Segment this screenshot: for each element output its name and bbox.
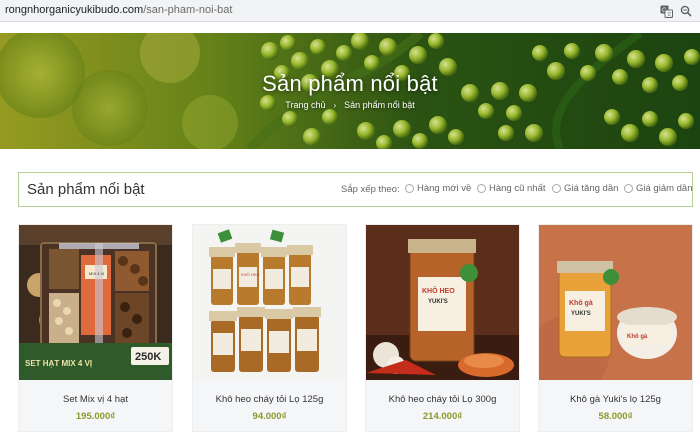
url-text[interactable]: rongnhorganicyukibudo.com/san-pham-noi-b…: [5, 4, 232, 16]
sort-filter-bar: Sản phẩm nổi bật Sắp xếp theo: Hàng mới …: [18, 172, 693, 207]
zoom-icon[interactable]: [678, 3, 694, 19]
svg-text:文: 文: [666, 11, 671, 18]
breadcrumb-current: Sản phẩm nổi bật: [344, 100, 415, 110]
product-card[interactable]: Khô gà YUKI'S Khô gà Khô gà Yuki's lọ 12…: [538, 224, 693, 432]
sort-option-price-desc[interactable]: Giá giảm dần: [624, 183, 693, 194]
product-price: 195.000₫: [75, 411, 116, 422]
radio-button[interactable]: [477, 184, 486, 193]
product-info: Set Mix vị 4 hạt 195.000₫: [19, 380, 172, 431]
image-label-yukis: YUKI'S: [571, 311, 591, 317]
product-image[interactable]: Khô gà YUKI'S Khô gà: [539, 225, 692, 380]
breadcrumb: Trang chủ › Sản phẩm nổi bật: [0, 100, 700, 110]
image-label-brand: KHÔ HEO: [241, 272, 259, 277]
section-title: Sản phẩm nổi bật: [27, 181, 145, 198]
product-card[interactable]: 250K SET HẠT MIX 4 VỊ MIX 4 VỊ Set Mix v…: [18, 224, 173, 432]
sort-option-label: Giá tăng dần: [564, 183, 619, 194]
radio-button[interactable]: [624, 184, 633, 193]
image-label-box: MIX 4 VỊ: [89, 271, 104, 276]
product-price: 214.000₫: [422, 411, 463, 422]
product-name[interactable]: Khô heo cháy tỏi Lọ 125g: [193, 394, 346, 405]
sort-label: Sắp xếp theo:: [341, 184, 400, 195]
hero-banner: Sản phẩm nổi bật Trang chủ › Sản phẩm nổi …: [0, 33, 700, 149]
product-card[interactable]: KHÔ HEO YUKI'S Khô heo cháy tỏi Lọ 300g …: [365, 224, 520, 432]
product-info: Khô gà Yuki's lọ 125g 58.000₫: [539, 380, 692, 431]
sort-option-label: Hàng cũ nhất: [489, 183, 546, 194]
product-image[interactable]: KHÔ HEO YUKI'S: [366, 225, 519, 380]
product-price: 94.000₫: [252, 411, 287, 422]
image-label-title: SET HẠT MIX 4 VỊ: [25, 359, 92, 368]
radio-button[interactable]: [552, 184, 561, 193]
hero-title: Sản phẩm nổi bật: [262, 71, 438, 96]
radio-button[interactable]: [405, 184, 414, 193]
product-card[interactable]: KHÔ HEO Khô heo cháy tỏi Lọ 125g 94.000₫: [192, 224, 347, 432]
product-name[interactable]: Khô gà Yuki's lọ 125g: [539, 394, 692, 405]
breadcrumb-separator: ›: [333, 101, 337, 110]
image-label-yukis: YUKI'S: [428, 299, 448, 305]
sort-option-oldest[interactable]: Hàng cũ nhất: [477, 183, 546, 194]
product-info: Khô heo cháy tỏi Lọ 125g 94.000₫: [193, 380, 346, 431]
image-label-lid: Khô gà: [627, 334, 648, 340]
product-image[interactable]: KHÔ HEO: [193, 225, 346, 380]
translate-icon[interactable]: G文: [658, 3, 674, 19]
product-price: 58.000₫: [598, 411, 633, 422]
url-path: /san-pham-noi-bat: [143, 4, 233, 16]
image-label-brand: KHÔ HEO: [422, 286, 455, 295]
browser-address-bar[interactable]: rongnhorganicyukibudo.com/san-pham-noi-b…: [0, 0, 700, 22]
image-label-price: 250K: [135, 351, 161, 363]
sort-option-label: Hàng mới về: [417, 183, 472, 194]
sort-option-newest[interactable]: Hàng mới về: [405, 183, 471, 194]
breadcrumb-home-link[interactable]: Trang chủ: [285, 100, 325, 110]
product-name[interactable]: Set Mix vị 4 hạt: [19, 394, 172, 405]
product-info: Khô heo cháy tỏi Lọ 300g 214.000₫: [366, 380, 519, 431]
url-domain: rongnhorganicyukibudo.com: [5, 4, 144, 16]
sort-option-price-asc[interactable]: Giá tăng dần: [552, 183, 618, 194]
product-name[interactable]: Khô heo cháy tỏi Lọ 300g: [366, 394, 519, 405]
image-label-brand: Khô gà: [569, 300, 593, 307]
product-image[interactable]: 250K SET HẠT MIX 4 VỊ MIX 4 VỊ: [19, 225, 172, 380]
sort-option-label: Giá giảm dần: [636, 183, 693, 194]
